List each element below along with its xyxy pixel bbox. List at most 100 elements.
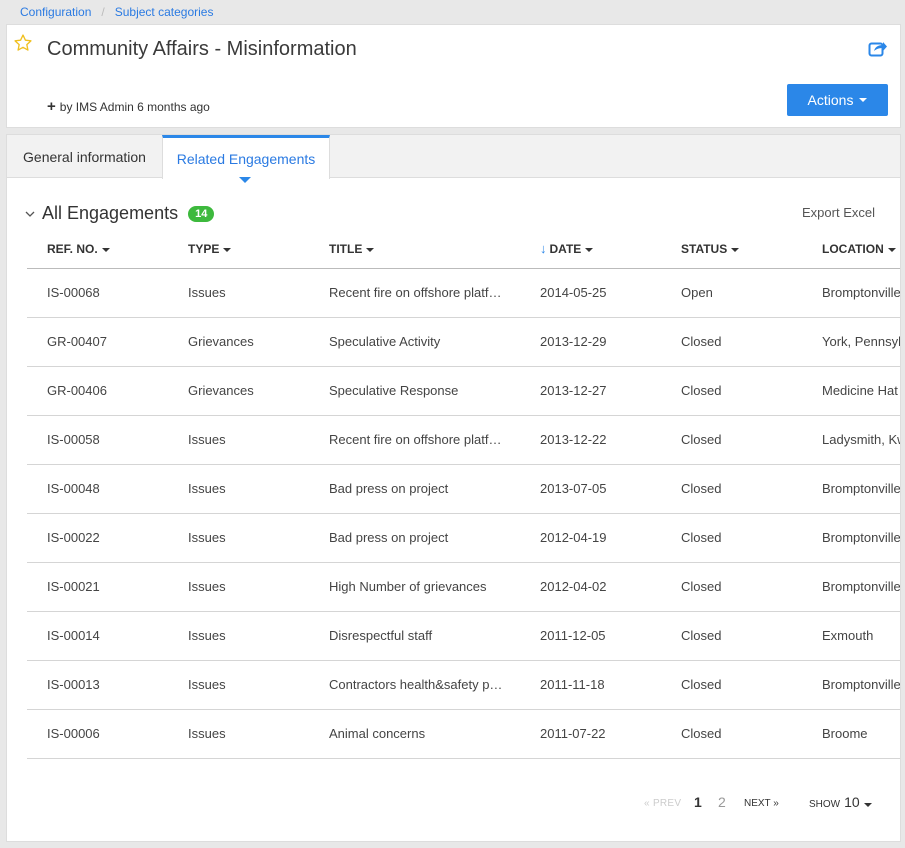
type-cell: Issues: [168, 268, 309, 318]
page-size-value: 10: [844, 794, 860, 810]
section-title: All Engagements: [42, 203, 179, 223]
caret-down-icon: [366, 247, 375, 252]
table-row[interactable]: IS-00068 Issues Recent fire on offshore pl…: [27, 268, 900, 318]
breadcrumb-separator: /: [101, 5, 105, 19]
page-2-button[interactable]: 2: [718, 794, 726, 810]
location-cell: Bromptonville: [802, 464, 900, 514]
date-cell: 2012-04-19: [520, 513, 661, 563]
status-cell: Closed: [661, 317, 802, 367]
column-header-location[interactable]: LOCATION: [802, 230, 900, 269]
table-row[interactable]: IS-00006 Issues Animal concerns 2011-07-22 C…: [27, 709, 900, 759]
title-cell: Bad press on project: [309, 513, 520, 563]
title-cell: Contractors health&safety policy: [309, 660, 520, 710]
date-cell: 2013-12-27: [520, 366, 661, 416]
actions-label: Actions: [807, 92, 854, 108]
column-header-title[interactable]: TITLE: [309, 230, 520, 269]
table-row[interactable]: IS-00022 Issues Bad press on project 2012-0…: [27, 513, 900, 563]
next-page-button[interactable]: NEXT »: [744, 798, 779, 809]
pagination: « PREV 1 2 NEXT » SHOW 10: [7, 794, 900, 814]
location-cell: Exmouth: [802, 611, 900, 661]
date-cell: 2013-12-29: [520, 317, 661, 367]
column-header-status[interactable]: STATUS: [661, 230, 802, 269]
page-size-select[interactable]: SHOW 10: [809, 794, 872, 810]
star-outline-icon[interactable]: [13, 33, 33, 53]
title-cell: Disrespectful staff: [309, 611, 520, 661]
title-cell: High Number of grievances: [309, 562, 520, 612]
tab-bar: General information Related Engagements: [7, 135, 900, 183]
date-cell: 2011-11-18: [520, 660, 661, 710]
page-1-button[interactable]: 1: [694, 794, 702, 810]
byline-text: by IMS Admin 6 months ago: [59, 100, 210, 114]
breadcrumb-subject-categories[interactable]: Subject categories: [115, 5, 214, 19]
tab-related-engagements[interactable]: Related Engagements: [162, 135, 330, 179]
plus-icon: +: [47, 98, 56, 115]
engagements-table: REF. NO. TYPE TITLE ↓ DATE STATUS LOCATIO…: [27, 230, 900, 759]
column-header-type[interactable]: TYPE: [168, 230, 309, 269]
ref-no-cell: IS-00021: [27, 562, 168, 612]
section-header: All Engagements 14: [25, 203, 215, 224]
share-icon[interactable]: [868, 39, 888, 57]
status-cell: Closed: [661, 366, 802, 416]
title-cell: Recent fire on offshore platform: [309, 268, 520, 318]
ref-no-cell: IS-00022: [27, 513, 168, 563]
byline: + by IMS Admin 6 months ago: [47, 98, 210, 115]
date-cell: 2013-12-22: [520, 415, 661, 465]
column-header-date[interactable]: ↓ DATE: [520, 230, 661, 269]
breadcrumb-configuration[interactable]: Configuration: [20, 5, 91, 19]
caret-down-icon: [731, 247, 740, 252]
status-cell: Closed: [661, 709, 802, 759]
tab-general-information[interactable]: General information: [7, 135, 162, 178]
page-size-label: SHOW: [809, 799, 841, 810]
ref-no-cell: IS-00058: [27, 415, 168, 465]
sort-down-arrow-icon: ↓: [540, 241, 547, 257]
status-cell: Closed: [661, 611, 802, 661]
type-cell: Issues: [168, 464, 309, 514]
table-row[interactable]: IS-00014 Issues Disrespectful staff 2011-12…: [27, 611, 900, 661]
title-cell: Animal concerns: [309, 709, 520, 759]
main-card: General information Related Engagements …: [6, 134, 901, 842]
caret-down-icon: [859, 98, 868, 102]
table-row[interactable]: IS-00048 Issues Bad press on project 2013-0…: [27, 464, 900, 514]
active-tab-pointer: [239, 177, 251, 183]
caret-down-icon: [863, 803, 872, 807]
type-cell: Issues: [168, 415, 309, 465]
location-cell: Ladysmith, KwaZulu: [802, 415, 900, 465]
type-cell: Issues: [168, 709, 309, 759]
status-cell: Closed: [661, 562, 802, 612]
title-cell: Speculative Activity: [309, 317, 520, 367]
ref-no-cell: IS-00013: [27, 660, 168, 710]
table-row[interactable]: IS-00021 Issues High Number of grievances 2…: [27, 562, 900, 612]
location-cell: Broome: [802, 709, 900, 759]
ref-no-cell: IS-00006: [27, 709, 168, 759]
type-cell: Grievances: [168, 317, 309, 367]
status-cell: Open: [661, 268, 802, 318]
chevron-down-icon[interactable]: [25, 209, 35, 219]
status-cell: Closed: [661, 513, 802, 563]
status-cell: Closed: [661, 464, 802, 514]
location-cell: Bromptonville: [802, 268, 900, 318]
breadcrumb: Configuration / Subject categories: [20, 4, 213, 20]
type-cell: Issues: [168, 660, 309, 710]
table-row[interactable]: IS-00058 Issues Recent fire on offshore pl…: [27, 415, 900, 465]
caret-down-icon: [223, 247, 232, 252]
column-header-ref-no[interactable]: REF. NO.: [27, 230, 168, 269]
ref-no-cell: IS-00068: [27, 268, 168, 318]
actions-button[interactable]: Actions: [787, 84, 888, 116]
table-row[interactable]: GR-00407 Grievances Speculative Activity 20…: [27, 317, 900, 367]
ref-no-cell: GR-00406: [27, 366, 168, 416]
count-badge: 14: [188, 205, 215, 222]
prev-page-button[interactable]: « PREV: [644, 798, 681, 809]
type-cell: Issues: [168, 513, 309, 563]
export-excel-link[interactable]: Export Excel: [802, 205, 875, 220]
title-cell: Bad press on project: [309, 464, 520, 514]
date-cell: 2011-07-22: [520, 709, 661, 759]
page-title: Community Affairs - Misinformation: [47, 38, 357, 60]
status-cell: Closed: [661, 660, 802, 710]
location-cell: Bromptonville: [802, 562, 900, 612]
table-row[interactable]: GR-00406 Grievances Speculative Response 20…: [27, 366, 900, 416]
ref-no-cell: IS-00014: [27, 611, 168, 661]
header-card: Community Affairs - Misinformation + by …: [6, 24, 901, 128]
ref-no-cell: GR-00407: [27, 317, 168, 367]
title-cell: Speculative Response: [309, 366, 520, 416]
table-row[interactable]: IS-00013 Issues Contractors health&safety …: [27, 660, 900, 710]
